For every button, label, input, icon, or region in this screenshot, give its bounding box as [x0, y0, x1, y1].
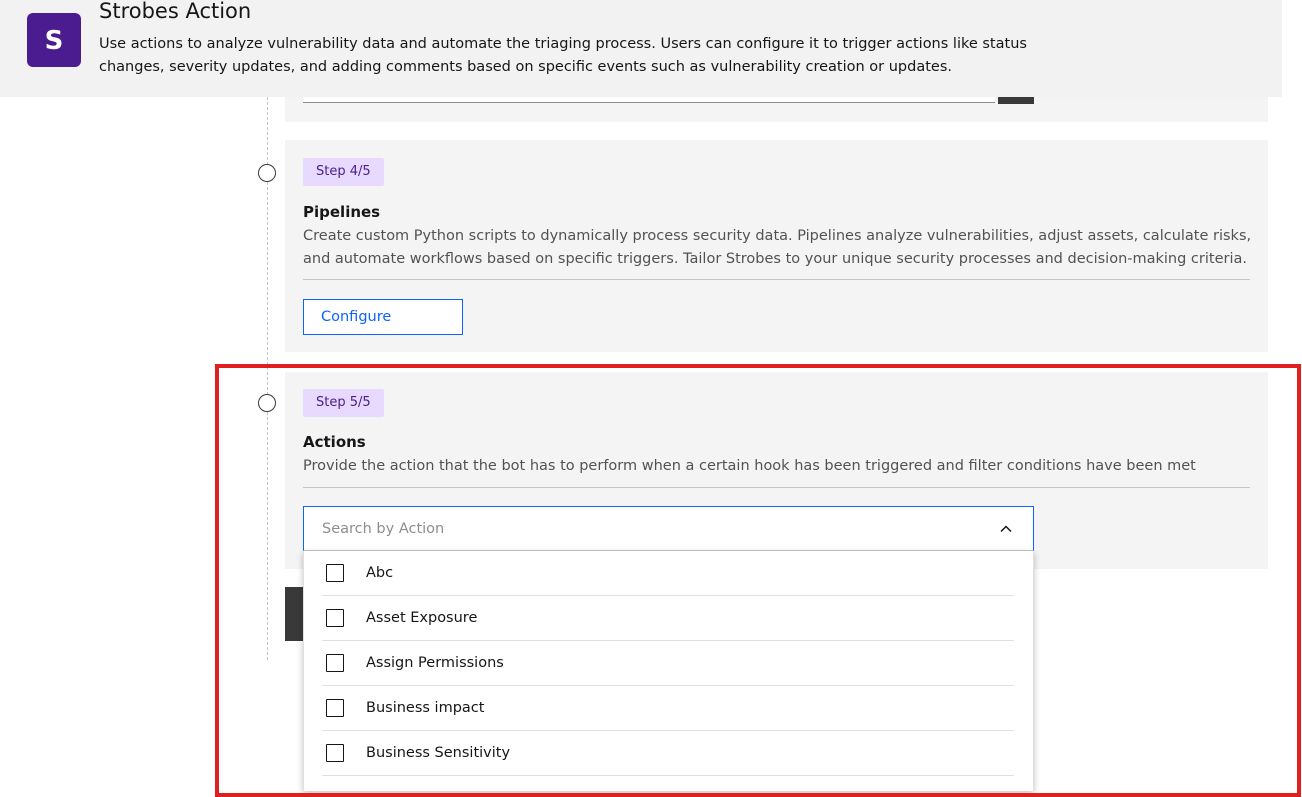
page-title: Strobes Action [99, 0, 252, 23]
action-option-label: Business impact [366, 700, 485, 716]
checkbox[interactable] [326, 699, 344, 717]
action-option-label: Business Sensitivity [366, 745, 511, 761]
checkbox[interactable] [326, 564, 344, 582]
action-option-label: Assign Permissions [366, 655, 504, 671]
step-description: Provide the action that the bot has to p… [303, 458, 1196, 474]
chevron-up-icon[interactable] [999, 522, 1013, 536]
step-description: Create custom Python scripts to dynamica… [303, 228, 1252, 267]
strobes-logo-icon: S [27, 13, 81, 67]
divider [303, 279, 1250, 280]
action-search-combobox[interactable] [303, 506, 1034, 551]
checkbox[interactable] [326, 654, 344, 672]
checkbox[interactable] [326, 744, 344, 762]
app-header: S Strobes Action Use actions to analyze … [0, 0, 1282, 97]
page: S Strobes Action Use actions to analyze … [0, 0, 1302, 797]
divider [303, 487, 1250, 488]
action-search-input[interactable] [304, 507, 984, 550]
svg-text:S: S [45, 26, 64, 55]
page-description: Use actions to analyze vulnerability dat… [99, 36, 1027, 75]
action-option[interactable]: Business impact [322, 686, 1014, 731]
step-badge: Step 5/5 [303, 389, 384, 417]
step-4-card: Step 4/5 Pipelines Create custom Python … [285, 140, 1268, 352]
action-option[interactable]: Abc [322, 551, 1014, 596]
step-5-radio[interactable] [258, 394, 276, 412]
step-badge: Step 4/5 [303, 158, 384, 186]
step-4-radio[interactable] [258, 164, 276, 182]
action-option-label: Abc [366, 565, 394, 581]
action-options-menu: Abc Asset Exposure Assign Permissions Bu… [303, 551, 1034, 791]
action-option-label: Asset Exposure [366, 610, 478, 626]
action-option[interactable]: Business Sensitivity [322, 731, 1014, 776]
step-title: Pipelines [303, 203, 381, 221]
logo-s-glyph: S [45, 26, 64, 55]
step-title: Actions [303, 433, 366, 451]
checkbox[interactable] [326, 609, 344, 627]
action-option[interactable]: Assign Permissions [322, 641, 1014, 686]
action-option[interactable]: Asset Exposure [322, 596, 1014, 641]
configure-button[interactable]: Configure [303, 299, 463, 335]
